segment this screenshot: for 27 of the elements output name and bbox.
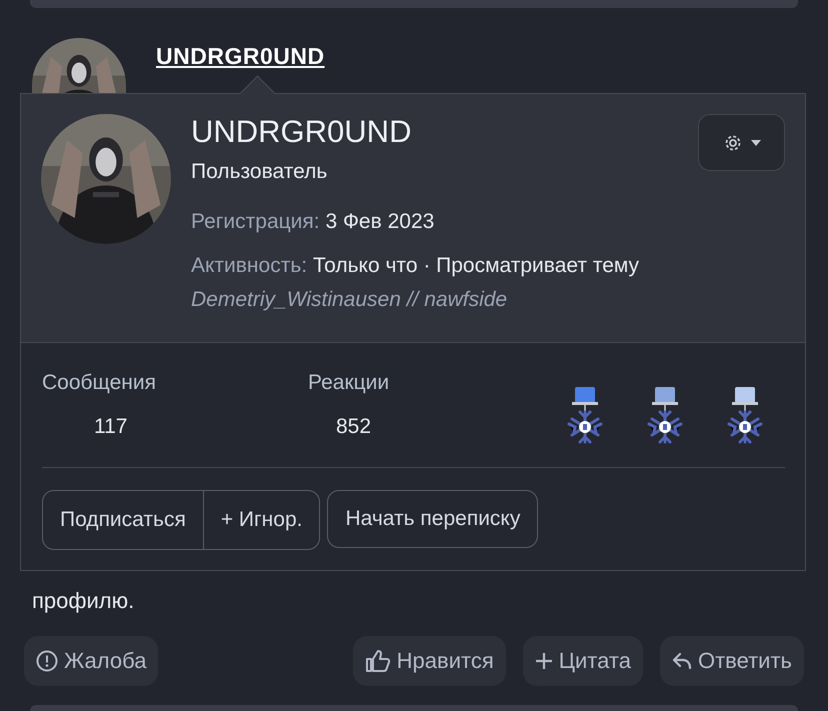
post-text: профилю. (32, 588, 134, 615)
ignore-button[interactable]: + Игнор. (202, 491, 320, 549)
reply-icon (672, 652, 692, 670)
message-button[interactable]: Начать переписку (327, 490, 538, 548)
stat-value: 852 (336, 415, 372, 439)
subscribe-button[interactable]: Подписаться (43, 491, 203, 549)
stat-value: 117 (94, 415, 128, 439)
fact-label: Активность: (191, 254, 308, 278)
author-name[interactable]: UNDRGR0UND (156, 38, 325, 71)
stat-label: Сообщения (42, 371, 157, 395)
stat-label: Реакции (308, 371, 390, 395)
quote-button[interactable]: Цитата (522, 636, 643, 686)
fact-label: Регистрация: (191, 210, 320, 234)
custom-title: Demetriy_Wistinausen // nawfside (191, 288, 508, 313)
user-role: Пользователь (191, 159, 328, 185)
thumbs-up-icon (364, 649, 391, 673)
settings-icon (722, 132, 742, 152)
fact-value: Только что · Просматривает тему (312, 254, 640, 278)
report-button[interactable]: Жалоба (24, 636, 158, 686)
plus-icon (534, 652, 553, 670)
user-name[interactable]: UNDRGR0UND (191, 114, 678, 158)
fact-value: 3 Фев 2023 (325, 210, 434, 234)
like-button[interactable]: Нравится (352, 636, 506, 686)
reply-button[interactable]: Ответить (660, 636, 804, 686)
alert-icon (36, 650, 58, 672)
caret-icon (750, 140, 760, 146)
settings-button[interactable] (698, 114, 785, 171)
